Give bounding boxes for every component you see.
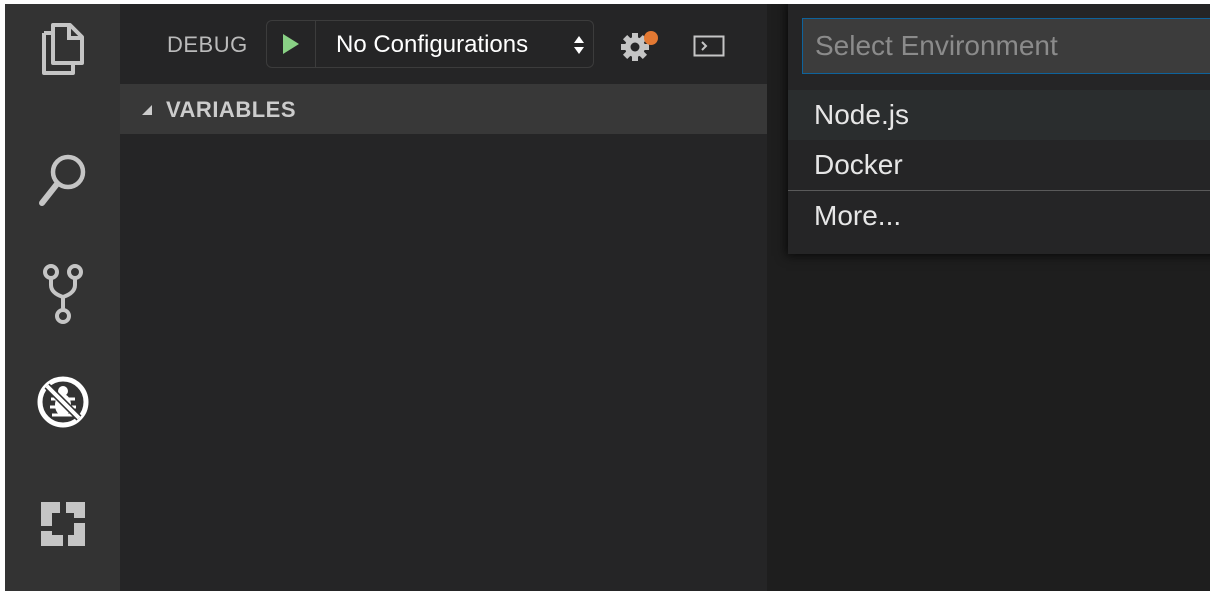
debug-title: DEBUG: [167, 32, 248, 57]
source-control-icon: [42, 264, 83, 324]
console-icon: [693, 35, 725, 57]
play-icon: [283, 34, 299, 54]
search-icon: [38, 154, 85, 206]
debug-console-button[interactable]: [693, 35, 725, 62]
quick-pick-item-more[interactable]: More...: [788, 190, 1210, 240]
configuration-label: No Configurations: [336, 31, 529, 58]
start-debugging-button[interactable]: [267, 21, 316, 67]
quick-pick-item-docker[interactable]: Docker: [788, 140, 1210, 190]
debug-sidebar: DEBUG No Configurations VARIABLES: [120, 4, 767, 591]
activity-search[interactable]: [5, 140, 120, 220]
activity-bar: [5, 4, 120, 591]
quick-pick-item-label: More...: [814, 200, 902, 231]
environment-search-input[interactable]: [802, 18, 1210, 74]
quick-pick-item-label: Docker: [814, 149, 903, 180]
activity-extensions[interactable]: [5, 484, 120, 564]
debug-toolbar: DEBUG No Configurations: [120, 4, 767, 84]
quick-pick-item-label: Node.js: [814, 99, 909, 130]
variables-title: VARIABLES: [166, 97, 296, 122]
files-icon: [41, 23, 84, 75]
quick-pick-item-nodejs[interactable]: Node.js: [788, 90, 1210, 140]
notification-dot: [644, 31, 658, 45]
gear-icon: [621, 31, 658, 61]
variables-section-header[interactable]: VARIABLES: [120, 84, 767, 134]
collapse-triangle-icon: [142, 105, 152, 115]
extensions-icon: [40, 502, 85, 546]
select-arrows-icon: [574, 36, 584, 54]
activity-debug[interactable]: [5, 362, 120, 442]
configuration-select[interactable]: No Configurations: [316, 21, 593, 67]
debug-configuration-box: No Configurations: [266, 20, 594, 68]
environment-quick-pick: Node.js Docker More...: [788, 4, 1210, 254]
debug-icon: [37, 376, 88, 428]
activity-source-control[interactable]: [5, 254, 120, 334]
activity-explorer[interactable]: [5, 8, 120, 88]
vscode-window: DEBUG No Configurations VARIABLES Select…: [5, 4, 1210, 591]
open-launch-json-button[interactable]: [620, 30, 660, 67]
